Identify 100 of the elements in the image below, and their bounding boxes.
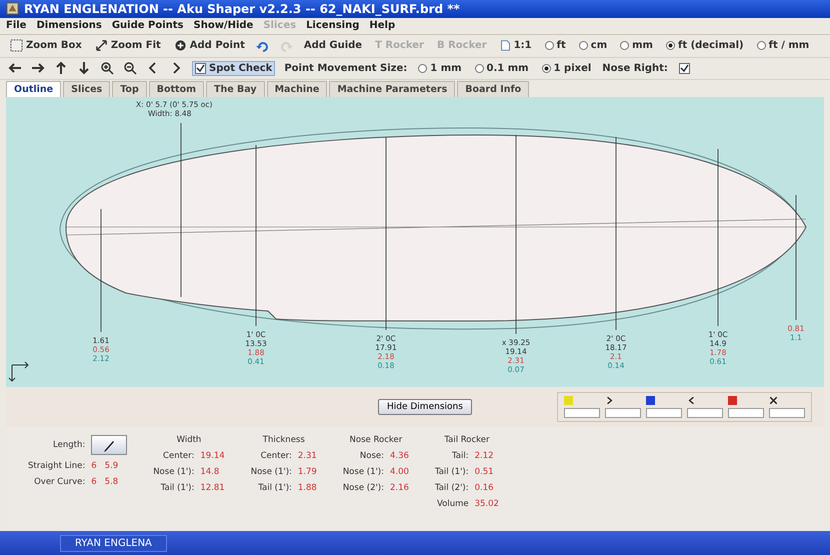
- menu-item[interactable]: Dimensions: [36, 20, 102, 32]
- checkmark-icon: [680, 64, 689, 73]
- field-value: 5.8: [104, 476, 118, 487]
- field-label: Tail (1'):: [160, 482, 194, 493]
- field-value: 14.8: [200, 466, 220, 477]
- page-icon: [500, 39, 511, 52]
- color-swatch[interactable]: [646, 396, 655, 406]
- field-label: Center:: [260, 450, 292, 461]
- radio-button[interactable]: [474, 64, 484, 73]
- group-heading: Width: [176, 434, 202, 445]
- field-value: 2.31: [298, 450, 317, 461]
- axis-icon: [8, 362, 29, 382]
- toolbar-button[interactable]: Zoom Box: [8, 38, 84, 54]
- radio-option[interactable]: 1 mm: [416, 62, 464, 75]
- zoom-fit-icon: [94, 39, 108, 52]
- group-heading: Tail Rocker: [443, 434, 491, 445]
- menu-item[interactable]: Show/Hide: [194, 20, 254, 32]
- app-logo-icon: [6, 2, 19, 16]
- toolbar-button[interactable]: Add Point: [172, 38, 247, 54]
- field-value: 1.88: [298, 482, 317, 493]
- menu-item[interactable]: Guide Points: [112, 20, 184, 32]
- toolbar-button[interactable]: Zoom Fit: [92, 38, 163, 54]
- field-value: 12.81: [200, 482, 225, 493]
- radio-button[interactable]: [756, 41, 766, 50]
- toolbar-button[interactable]: Add Guide: [302, 39, 364, 52]
- zoom-box-icon: [10, 39, 23, 52]
- field-label: Nose:: [358, 450, 384, 461]
- radio-button[interactable]: [666, 41, 675, 50]
- color-swatch[interactable]: [564, 396, 573, 406]
- field-value: 6: [91, 460, 97, 471]
- radio-button[interactable]: [544, 41, 554, 50]
- menu-item[interactable]: Help: [369, 20, 396, 32]
- field-value: 4.36: [390, 450, 409, 461]
- zoom-out-icon[interactable]: [123, 61, 137, 76]
- field-label: Over Curve:: [33, 476, 86, 487]
- field-label: Nose (1'):: [153, 466, 194, 477]
- field-value: 6: [91, 476, 97, 487]
- field-label: Tail (2'):: [434, 482, 469, 493]
- arrow-down-icon[interactable]: [77, 61, 91, 76]
- tab[interactable]: The Bay: [206, 81, 265, 98]
- field-value: 1.79: [298, 466, 317, 477]
- radio-button[interactable]: [418, 64, 428, 73]
- radio-button[interactable]: [620, 41, 630, 50]
- tab[interactable]: Board Info: [457, 81, 530, 98]
- radio-option[interactable]: 1 pixel: [540, 62, 594, 75]
- tab[interactable]: Outline: [6, 81, 62, 98]
- arrow-left-icon[interactable]: [8, 61, 22, 76]
- hide-dimensions-button[interactable]: Hide Dimensions: [378, 399, 472, 416]
- field-label: Tail:: [451, 450, 469, 461]
- tab[interactable]: Top: [112, 81, 147, 98]
- arrow-right-icon[interactable]: [31, 61, 45, 76]
- field-label: Tail (1'):: [257, 482, 292, 493]
- field-label: Nose (1'):: [250, 466, 292, 477]
- menu-item[interactable]: File: [6, 20, 26, 32]
- field-value: 4.00: [390, 466, 409, 477]
- tab[interactable]: Machine: [266, 81, 328, 98]
- field-label: Nose (2'):: [342, 482, 384, 493]
- field-label: Length:: [52, 440, 86, 450]
- radio-option[interactable]: ft / mm: [754, 39, 812, 52]
- tab[interactable]: Machine Parameters: [329, 81, 456, 98]
- input-field[interactable]: [646, 408, 682, 418]
- taskbar-item[interactable]: RYAN ENGLENA: [60, 534, 167, 552]
- tab[interactable]: Bottom: [148, 81, 204, 98]
- checkmark-icon: [196, 64, 205, 73]
- radio-option[interactable]: 0.1 mm: [472, 62, 531, 75]
- field-label: Point Movement Size:: [284, 62, 408, 74]
- radio-button[interactable]: [542, 64, 551, 73]
- radio-option[interactable]: mm: [618, 39, 655, 52]
- field-label: Nose (1'):: [342, 466, 384, 477]
- input-field[interactable]: [687, 408, 723, 418]
- field-label: Tail (1'):: [434, 466, 469, 477]
- tab[interactable]: Slices: [63, 81, 110, 98]
- input-field[interactable]: [769, 408, 805, 418]
- field-value: 2.16: [390, 482, 409, 493]
- input-field[interactable]: [564, 408, 600, 418]
- checkbox-option[interactable]: Spot Check: [192, 60, 276, 76]
- field-value: 19.14: [200, 450, 225, 461]
- field-label: Straight Line:: [28, 460, 86, 471]
- field-value: 5.9: [104, 460, 118, 471]
- field-value: 0.51: [474, 466, 495, 477]
- arrow-up-icon[interactable]: [54, 61, 68, 76]
- input-field[interactable]: [728, 408, 764, 418]
- menu-item[interactable]: Licensing: [306, 20, 360, 32]
- field-label: Center:: [162, 450, 194, 461]
- add-point-icon: [174, 39, 187, 52]
- field-value: 0.16: [474, 482, 495, 493]
- window-title: RYAN ENGLENATION -- Aku Shaper v2.2.3 -- 62_NAKI_SURF.brd **: [24, 2, 460, 16]
- radio-option[interactable]: cm: [576, 39, 610, 52]
- input-field[interactable]: [605, 408, 641, 418]
- edit-length-button[interactable]: [91, 434, 128, 455]
- radio-option[interactable]: ft (decimal): [664, 39, 746, 52]
- radio-option[interactable]: ft: [542, 39, 568, 52]
- field-value: 35.02: [474, 498, 499, 509]
- zoom-in-icon[interactable]: [100, 61, 114, 76]
- toolbar-button[interactable]: 1:1: [498, 38, 534, 54]
- field-label: Nose Right:: [602, 62, 668, 74]
- checkbox[interactable]: [195, 62, 206, 74]
- group-heading: Thickness: [262, 434, 306, 445]
- radio-button[interactable]: [578, 41, 588, 50]
- color-swatch[interactable]: [728, 396, 737, 406]
